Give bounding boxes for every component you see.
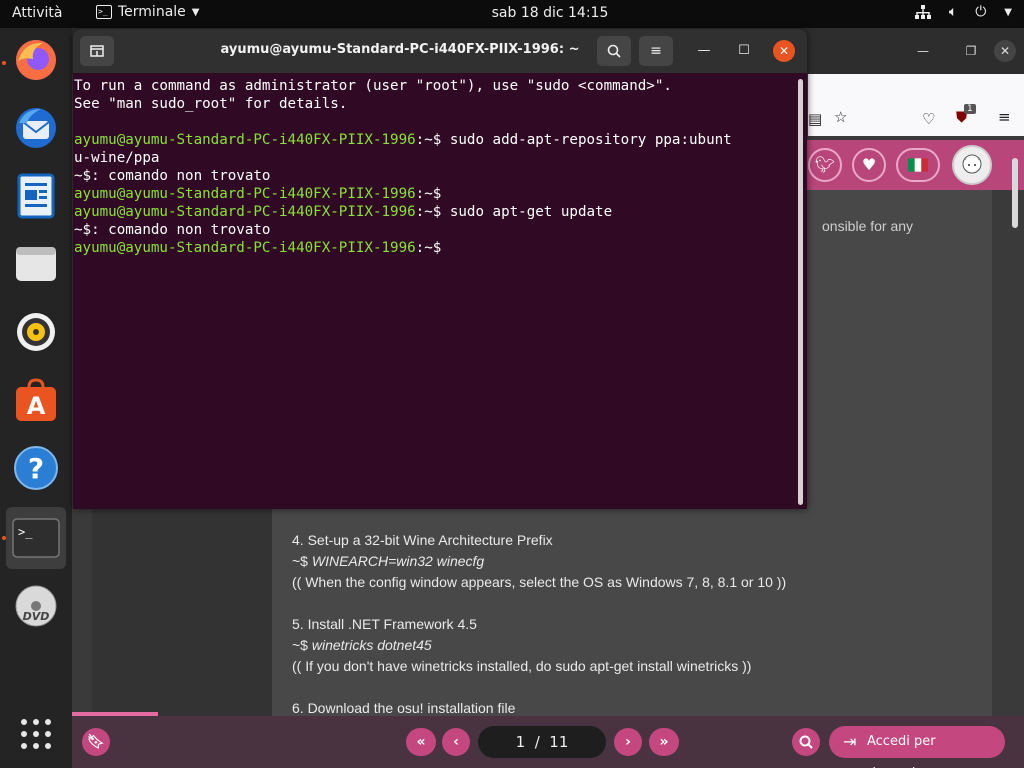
hamburger-menu-icon[interactable]: ≡ <box>998 108 1011 126</box>
prev-page-button[interactable]: ‹ <box>442 728 470 756</box>
terminal-output[interactable]: To run a command as administrator (user … <box>74 77 794 257</box>
power-icon: ⏻ <box>975 4 987 20</box>
search-button[interactable] <box>597 36 631 66</box>
site-header: 🐦︎ ♥ <box>802 140 1024 190</box>
terminal-line: ayumu@ayumu-Standard-PC-i440FX-PIIX-1996… <box>74 204 613 220</box>
volume-icon: 🔈︎ <box>948 4 958 20</box>
ublock-badge: 1 <box>964 104 976 114</box>
svg-text:DVD: DVD <box>23 610 50 623</box>
thunderbird-icon[interactable] <box>10 102 62 154</box>
article-line: 6. Download the osu! installation file <box>292 700 516 716</box>
show-apps-icon[interactable] <box>10 708 62 760</box>
browser-toolbar: ▤ ☆ ♡ ⛊ 1 ≡ <box>808 74 1024 136</box>
terminal-scrollbar[interactable] <box>798 79 803 505</box>
page-scrollbar[interactable] <box>1012 158 1018 228</box>
login-icon: ⇥ <box>843 732 857 751</box>
page-indicator[interactable]: 1 / 11 <box>478 726 606 758</box>
menu-button[interactable]: ≡ <box>639 36 673 66</box>
search-icon <box>799 735 813 749</box>
article-line: ~$ WINEARCH=win32 winecfg <box>292 553 485 569</box>
search-icon <box>607 44 621 58</box>
heart-icon[interactable]: ♥ <box>852 148 886 182</box>
partial-text: onsible for any <box>822 218 914 234</box>
maximize-button[interactable]: ☐ <box>733 40 755 62</box>
dock: A ? >_ DVD <box>0 28 72 768</box>
dvd-icon[interactable]: DVD <box>10 580 62 632</box>
article-line: ~$ winetricks dotnet45 <box>292 637 432 653</box>
terminal-window[interactable]: ayumu@ayumu-Standard-PC-i440FX-PIIX-1996… <box>73 29 807 509</box>
clock[interactable]: sab 18 dic 14:15 <box>0 5 1024 21</box>
svg-text:>_: >_ <box>18 525 33 539</box>
terminal-line: See "man sudo_root" for details. <box>74 96 348 112</box>
terminal-line: To run a command as administrator (user … <box>74 78 672 94</box>
terminal-line: ~$: comando non trovato <box>74 168 271 184</box>
minimize-button[interactable]: — <box>693 40 715 62</box>
top-bar: Attività >_ Terminale ▼ sab 18 dic 14:15… <box>0 0 1024 28</box>
last-page-button[interactable]: » <box>649 728 679 756</box>
first-page-button[interactable]: « <box>406 728 436 756</box>
svg-text:A: A <box>27 392 46 420</box>
article-line: (( When the config window appears, selec… <box>292 574 787 590</box>
topic-footer-bar: 🔖︎ « ‹ 1 / 11 › » ⇥ Accedi per risponder… <box>72 716 1024 768</box>
firefox-icon[interactable] <box>10 34 62 86</box>
writer-icon[interactable] <box>10 170 62 222</box>
system-tray[interactable]: 🔈︎ ⏻ ▼ <box>914 4 1012 20</box>
close-icon[interactable]: ✕ <box>994 40 1016 62</box>
article-line: (( If you don't have winetricks installe… <box>292 658 752 674</box>
pocket-icon[interactable]: ♡ <box>922 110 935 128</box>
reader-view-icon[interactable]: ▤ <box>808 110 822 128</box>
minimize-icon[interactable]: — <box>912 40 934 62</box>
avatar[interactable] <box>952 145 992 185</box>
bookmark-star-icon[interactable]: ☆ <box>834 108 847 126</box>
language-flag-icon[interactable] <box>896 148 940 182</box>
rhythmbox-icon[interactable] <box>10 306 62 358</box>
terminal-line: ~$: comando non trovato <box>74 222 271 238</box>
twitter-icon[interactable]: 🐦︎ <box>808 148 842 182</box>
network-icon <box>914 5 931 19</box>
restore-icon[interactable]: ❐ <box>960 40 982 62</box>
caret-down-icon: ▼ <box>1004 6 1012 18</box>
help-icon[interactable]: ? <box>10 442 62 494</box>
article-line: 5. Install .NET Framework 4.5 <box>292 616 477 632</box>
terminal-line: ayumu@ayumu-Standard-PC-i440FX-PIIX-1996… <box>74 186 442 202</box>
software-icon[interactable]: A <box>10 374 62 426</box>
login-to-reply-button[interactable]: ⇥ Accedi per rispondere <box>829 726 1005 768</box>
terminal-line: ayumu@ayumu-Standard-PC-i440FX-PIIX-1996… <box>74 240 442 256</box>
bookmark-button[interactable]: 🔖︎ <box>82 728 110 756</box>
next-page-button[interactable]: › <box>614 728 642 756</box>
hamburger-menu-icon: ≡ <box>650 43 662 59</box>
files-icon[interactable] <box>10 238 62 290</box>
terminal-icon[interactable]: >_ <box>6 507 66 569</box>
terminal-line: u-wine/ppa <box>74 150 160 166</box>
terminal-headerbar: ayumu@ayumu-Standard-PC-i440FX-PIIX-1996… <box>73 29 807 73</box>
running-indicator <box>2 61 6 65</box>
search-button[interactable] <box>792 728 820 756</box>
svg-text:?: ? <box>28 452 44 485</box>
terminal-line: ayumu@ayumu-Standard-PC-i440FX-PIIX-1996… <box>74 132 732 148</box>
article-line: 4. Set-up a 32-bit Wine Architecture Pre… <box>292 532 553 548</box>
close-button[interactable]: ✕ <box>773 40 795 62</box>
